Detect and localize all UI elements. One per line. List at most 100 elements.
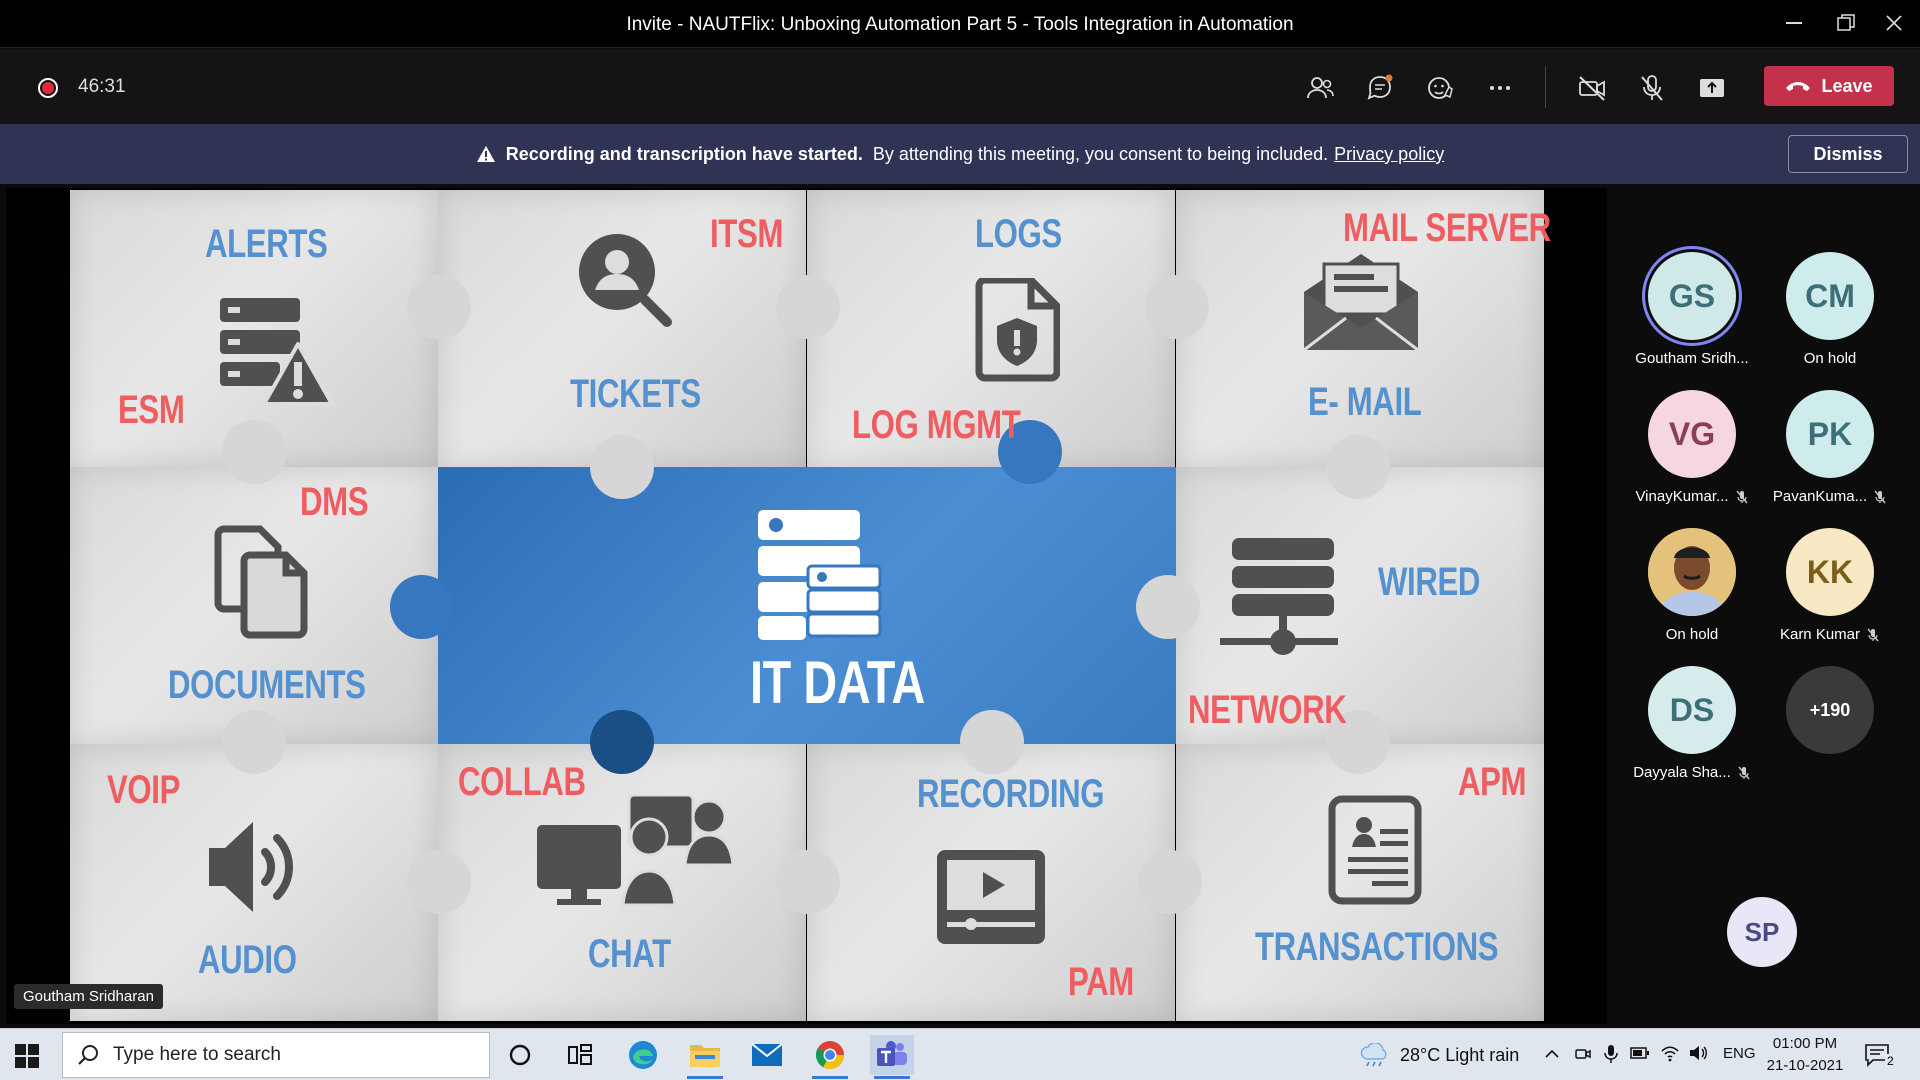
network-server-icon bbox=[1220, 538, 1338, 655]
close-icon bbox=[1886, 15, 1902, 31]
rain-cloud-icon bbox=[1360, 1043, 1387, 1067]
avatar-initials: +190 bbox=[1809, 699, 1851, 720]
label-mail-server: MAIL SERVER bbox=[1343, 206, 1551, 250]
puzzle-knob bbox=[222, 420, 286, 484]
participant-name: Karn Kumar bbox=[1760, 626, 1900, 643]
label-recording: RECORDING bbox=[917, 772, 1105, 816]
database-stack-icon bbox=[758, 510, 882, 640]
participant-avatar[interactable]: DS bbox=[1648, 666, 1736, 754]
video-player-icon bbox=[937, 850, 1045, 944]
teams-button[interactable] bbox=[870, 1035, 914, 1079]
participant-avatar[interactable]: PK bbox=[1786, 390, 1874, 478]
language-indicator[interactable]: ENG bbox=[1723, 1045, 1756, 1062]
label-it-data: IT DATA bbox=[750, 649, 925, 716]
reactions-button[interactable] bbox=[1420, 68, 1460, 108]
microphone-in-use-icon[interactable] bbox=[1603, 1044, 1619, 1064]
system-clock[interactable]: 01:00 PM 21-10-2021 bbox=[1764, 1033, 1846, 1077]
puzzle-knob bbox=[1136, 575, 1200, 639]
wifi-icon[interactable] bbox=[1660, 1044, 1680, 1062]
label-network: NETWORK bbox=[1188, 688, 1347, 732]
show-hidden-icons-icon[interactable] bbox=[1544, 1046, 1560, 1062]
self-avatar[interactable]: SP bbox=[1727, 897, 1797, 967]
log-file-shield-icon bbox=[975, 278, 1060, 382]
share-screen-button[interactable] bbox=[1692, 68, 1732, 108]
folder-icon bbox=[690, 1045, 720, 1067]
person-photo-icon bbox=[1648, 528, 1736, 616]
teams-icon bbox=[877, 1041, 907, 1066]
label-wired: WIRED bbox=[1378, 560, 1481, 604]
mic-muted-icon bbox=[1738, 766, 1750, 780]
minimize-button[interactable] bbox=[1774, 10, 1814, 36]
label-dms: DMS bbox=[300, 480, 369, 524]
volume-icon[interactable] bbox=[1688, 1044, 1708, 1062]
participant-avatar[interactable]: VG bbox=[1648, 390, 1736, 478]
participant-photo[interactable] bbox=[1648, 528, 1736, 616]
label-voip: VOIP bbox=[107, 768, 181, 812]
privacy-policy-link[interactable]: Privacy policy bbox=[1334, 144, 1444, 165]
participant-avatar[interactable]: CM bbox=[1786, 252, 1874, 340]
leave-label: Leave bbox=[1821, 75, 1873, 96]
label-audio: AUDIO bbox=[198, 938, 297, 982]
puzzle-knob bbox=[407, 275, 471, 339]
windows-start-icon[interactable] bbox=[12, 1041, 42, 1071]
search-placeholder: Type here to search bbox=[113, 1044, 281, 1065]
participant-avatar[interactable]: +190 bbox=[1786, 666, 1874, 754]
clock-time: 01:00 PM bbox=[1772, 1035, 1838, 1052]
weather-widget[interactable]: 28°C Light rain bbox=[1360, 1043, 1519, 1067]
puzzle-knob bbox=[960, 710, 1024, 774]
puzzle-knob bbox=[590, 710, 654, 774]
participant-name-text: PavanKuma... bbox=[1772, 488, 1868, 505]
label-logs: LOGS bbox=[975, 212, 1062, 256]
label-pam: PAM bbox=[1068, 960, 1134, 1004]
edge-button[interactable] bbox=[621, 1035, 665, 1075]
participant-avatar[interactable]: KK bbox=[1786, 528, 1874, 616]
taskbar-search-box[interactable]: Type here to search bbox=[62, 1032, 490, 1078]
recording-banner: Recording and transcription have started… bbox=[0, 124, 1920, 184]
notification-count: 2 bbox=[1885, 1054, 1896, 1068]
avatar-initials: VG bbox=[1668, 415, 1716, 452]
more-actions-button[interactable] bbox=[1480, 68, 1520, 108]
puzzle-knob bbox=[1326, 435, 1390, 499]
edge-browser-icon bbox=[629, 1041, 657, 1069]
participant-name: On hold bbox=[1760, 350, 1900, 367]
shared-slide: ALERTS ESM ITSM TICKETS LOGS LOG MGMT MA… bbox=[70, 190, 1551, 1022]
restore-button[interactable] bbox=[1826, 10, 1866, 36]
participant-name-text: On hold bbox=[1665, 626, 1719, 643]
participant-name-text: Dayyala Sha... bbox=[1633, 764, 1731, 781]
show-participants-button[interactable] bbox=[1300, 68, 1340, 108]
meet-now-icon[interactable] bbox=[1574, 1045, 1592, 1063]
chrome-button[interactable] bbox=[808, 1035, 852, 1079]
participant-name: Goutham Sridh... bbox=[1622, 350, 1762, 367]
file-explorer-button[interactable] bbox=[683, 1035, 727, 1079]
participant-avatar[interactable]: GS bbox=[1648, 252, 1736, 340]
show-chat-button[interactable] bbox=[1360, 68, 1400, 108]
camera-toggle-button[interactable] bbox=[1572, 68, 1612, 108]
notifications-button[interactable]: 2 bbox=[1862, 1039, 1902, 1071]
participant-name-text: On hold bbox=[1803, 350, 1857, 367]
label-email: E- MAIL bbox=[1308, 380, 1422, 424]
clock-date: 21-10-2021 bbox=[1766, 1057, 1844, 1074]
battery-icon[interactable] bbox=[1630, 1045, 1650, 1061]
label-chat: CHAT bbox=[588, 932, 671, 976]
dismiss-button[interactable]: Dismiss bbox=[1788, 135, 1908, 173]
label-transactions: TRANSACTIONS bbox=[1255, 925, 1499, 969]
participant-name-text: Goutham Sridh... bbox=[1635, 350, 1749, 367]
search-user-icon bbox=[579, 234, 672, 327]
label-itsm: ITSM bbox=[710, 212, 783, 256]
puzzle-knob bbox=[390, 575, 454, 639]
mail-button[interactable] bbox=[745, 1035, 789, 1075]
leave-button[interactable]: Leave bbox=[1764, 66, 1894, 106]
puzzle-knob bbox=[776, 275, 840, 339]
documents-icon bbox=[214, 525, 308, 639]
teams-meeting-window: Invite - NAUTFlix: Unboxing Automation P… bbox=[0, 0, 1920, 1080]
close-button[interactable] bbox=[1874, 10, 1914, 36]
mic-muted-icon bbox=[1867, 628, 1879, 642]
mic-toggle-button[interactable] bbox=[1632, 68, 1672, 108]
participants-icon bbox=[1307, 77, 1334, 99]
task-view-button[interactable] bbox=[558, 1035, 602, 1075]
participant-name-text: Karn Kumar bbox=[1779, 626, 1861, 643]
mic-muted-icon bbox=[1874, 490, 1886, 504]
avatar-initials: KK bbox=[1806, 553, 1854, 590]
label-apm: APM bbox=[1458, 760, 1527, 804]
cortana-button[interactable] bbox=[498, 1035, 542, 1075]
